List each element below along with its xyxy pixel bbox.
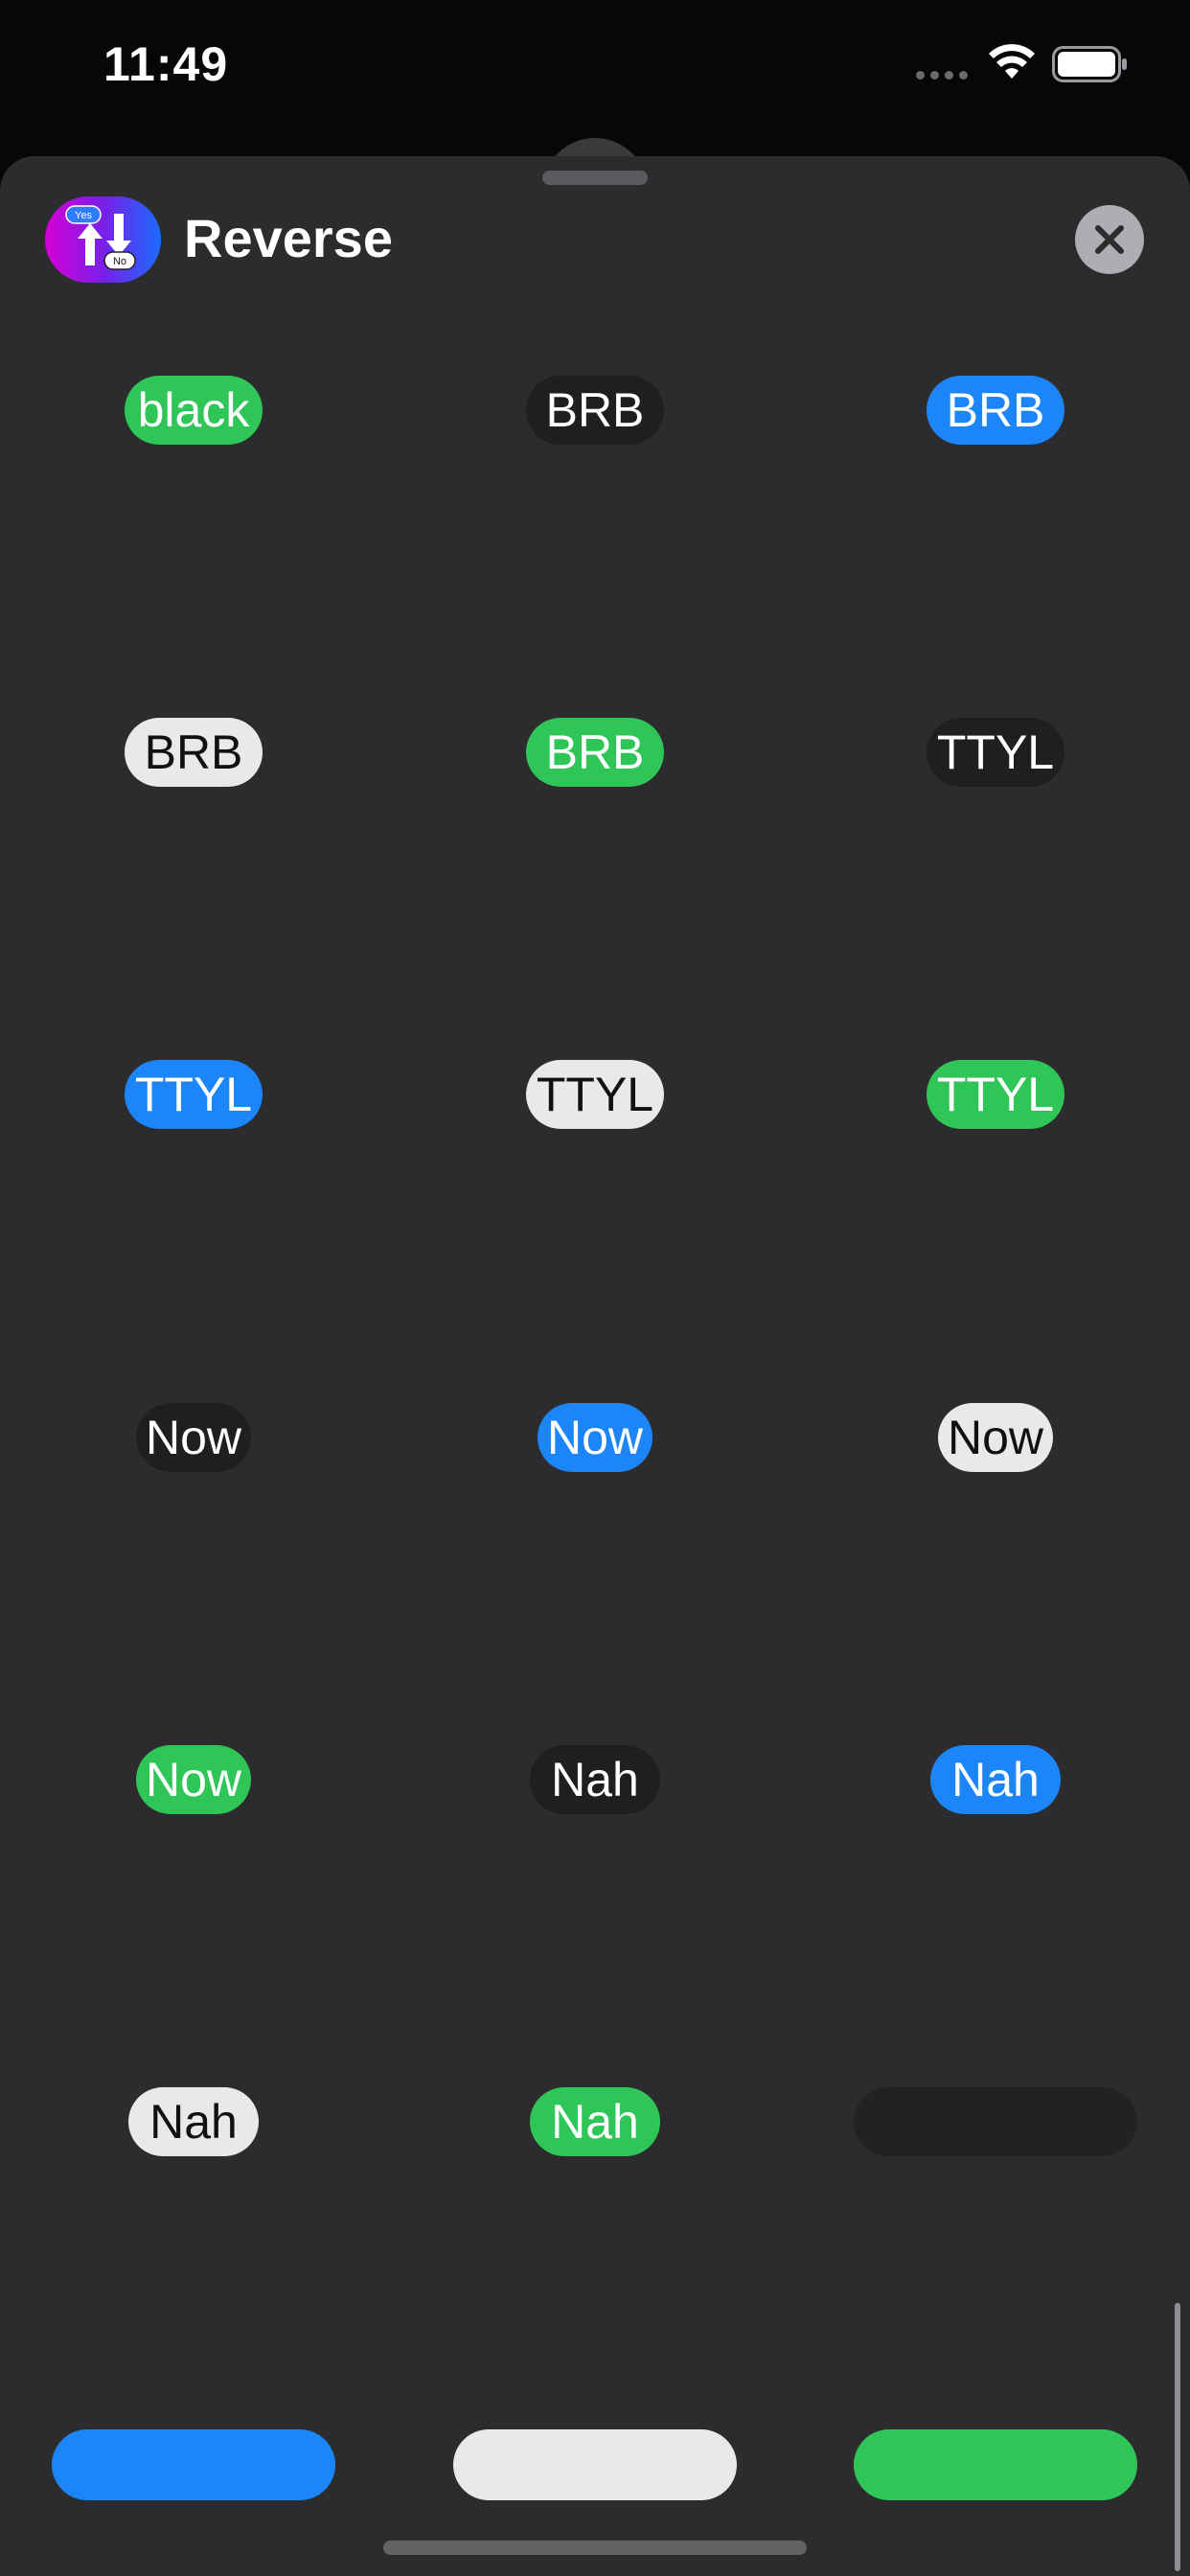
sticker-ttyl-green[interactable]: TTYL: [927, 1060, 1064, 1129]
scroll-indicator: [1175, 2303, 1180, 2571]
sticker-placeholder[interactable]: [854, 2087, 1137, 2156]
sticker-black-green[interactable]: black: [125, 376, 263, 445]
sticker-brb-green[interactable]: BRB: [526, 718, 664, 787]
status-bar: 11:49: [0, 0, 1190, 144]
sticker-now-black[interactable]: Now: [136, 1403, 251, 1472]
swatch-blue[interactable]: [52, 2429, 335, 2500]
swatch-green[interactable]: [854, 2429, 1137, 2500]
home-indicator: [383, 2541, 807, 2555]
sticker-ttyl-black[interactable]: TTYL: [927, 718, 1064, 787]
sticker-brb-white[interactable]: BRB: [125, 718, 263, 787]
sticker-nah-green[interactable]: Nah: [530, 2087, 660, 2156]
sticker-grid: black BRB BRB BRB BRB TTYL TTYL TTYL TTYL Now Now N…: [0, 156, 1190, 2576]
sticker-nah-blue[interactable]: Nah: [930, 1745, 1061, 1814]
wifi-icon: [989, 44, 1035, 79]
sticker-nah-black[interactable]: Nah: [530, 1745, 660, 1814]
status-time: 11:49: [103, 37, 229, 91]
sticker-nah-white[interactable]: Nah: [128, 2087, 259, 2156]
cellular-signal-icon: [916, 71, 968, 80]
swatch-white[interactable]: [453, 2429, 737, 2500]
sticker-brb-black[interactable]: BRB: [526, 376, 664, 445]
battery-icon: [1052, 46, 1127, 82]
sticker-sheet: Yes No Reverse black BRB BRB BRB BRB TTYL TTYL…: [0, 156, 1190, 2576]
sticker-ttyl-blue[interactable]: TTYL: [125, 1060, 263, 1129]
sticker-ttyl-white[interactable]: TTYL: [526, 1060, 664, 1129]
sticker-now-blue[interactable]: Now: [538, 1403, 652, 1472]
sticker-brb-blue[interactable]: BRB: [927, 376, 1064, 445]
sticker-now-green[interactable]: Now: [136, 1745, 251, 1814]
sticker-now-white[interactable]: Now: [938, 1403, 1053, 1472]
